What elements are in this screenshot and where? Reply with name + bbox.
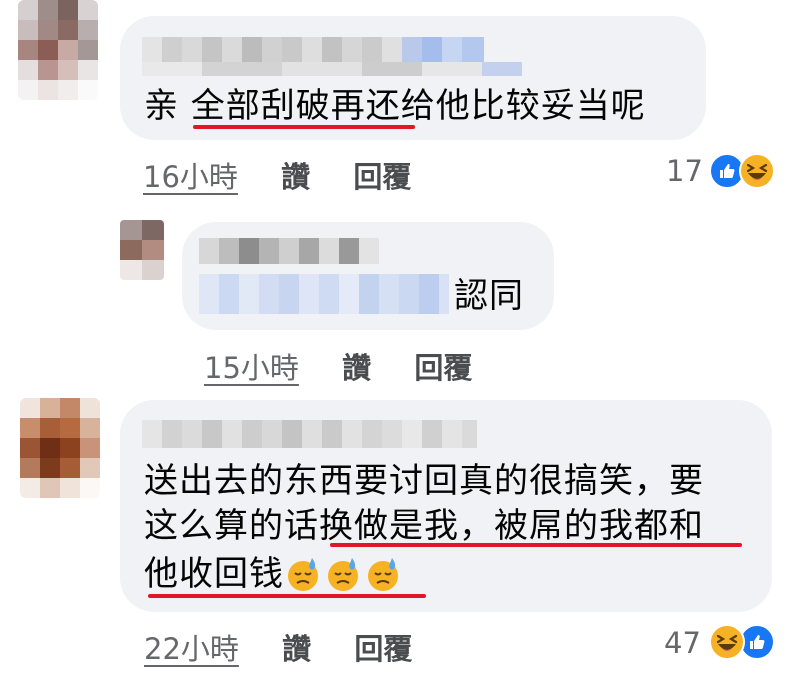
commenter-name-blurred-row2 xyxy=(142,62,522,76)
commenter-name-blurred[interactable] xyxy=(199,238,379,264)
comment-text-line3-text: 他收回钱 xyxy=(144,554,284,594)
comment-meta: 15小時 讚 回覆 xyxy=(204,345,472,387)
like-button[interactable]: 讚 xyxy=(342,351,371,385)
red-underline xyxy=(330,543,742,547)
like-button[interactable]: 讚 xyxy=(281,160,310,194)
sweat-face-icon xyxy=(364,555,402,593)
timestamp-link[interactable]: 15小時 xyxy=(204,351,299,385)
sweat-face-icon xyxy=(324,555,362,593)
timestamp-link[interactable]: 16小時 xyxy=(143,160,238,194)
reaction-count[interactable]: 17 xyxy=(666,154,703,188)
commenter-name-blurred[interactable] xyxy=(142,420,477,448)
avatar[interactable] xyxy=(18,0,98,100)
comment-text-line3: 他收回钱 xyxy=(144,548,404,600)
comment-text: 認同 xyxy=(454,276,524,316)
red-underline xyxy=(148,594,426,598)
haha-icon[interactable] xyxy=(739,153,775,189)
reaction-count[interactable]: 47 xyxy=(664,626,701,660)
reply-button[interactable]: 回覆 xyxy=(354,632,412,666)
sweat-face-icon xyxy=(284,555,322,593)
comment-meta: 16小時 讚 回覆 xyxy=(143,154,411,196)
avatar[interactable] xyxy=(120,220,164,280)
reply-button[interactable]: 回覆 xyxy=(353,160,411,194)
red-underline xyxy=(193,125,415,129)
avatar[interactable] xyxy=(20,398,100,498)
like-button[interactable]: 讚 xyxy=(282,632,311,666)
timestamp-link[interactable]: 22小時 xyxy=(144,632,239,666)
commenter-name-blurred-blue xyxy=(199,274,449,314)
reply-button[interactable]: 回覆 xyxy=(414,351,472,385)
comment-meta: 22小時 讚 回覆 xyxy=(144,626,412,668)
haha-icon[interactable] xyxy=(709,624,745,660)
